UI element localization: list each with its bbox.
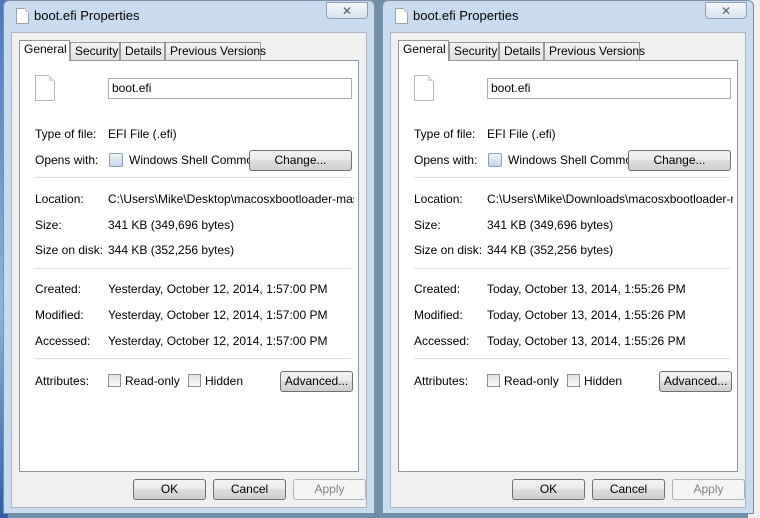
accessed-label: Accessed:	[35, 334, 91, 348]
tab-details[interactable]: Details	[120, 42, 165, 60]
advanced-button[interactable]: Advanced...	[280, 371, 353, 392]
title-bar[interactable]: boot.efi Properties ✕	[4, 1, 374, 31]
hidden-checkbox[interactable]	[567, 374, 580, 387]
general-panel: boot.efi Type of file: EFI File (.efi) O…	[398, 60, 738, 472]
size-value: 341 KB (349,696 bytes)	[487, 218, 614, 232]
location-label: Location:	[35, 192, 84, 206]
advanced-button[interactable]: Advanced...	[659, 371, 732, 392]
window-title: boot.efi Properties	[413, 8, 519, 23]
accessed-value: Yesterday, October 12, 2014, 1:57:00 PM	[108, 334, 328, 348]
cancel-button[interactable]: Cancel	[592, 479, 665, 500]
separator	[414, 177, 730, 178]
close-button[interactable]: ✕	[705, 2, 747, 19]
properties-dialog-2: boot.efi Properties ✕ General Security D…	[382, 0, 754, 514]
size-value: 341 KB (349,696 bytes)	[108, 218, 235, 232]
read-only-label[interactable]: Read-only	[125, 374, 180, 388]
tab-previous-versions[interactable]: Previous Versions	[544, 42, 645, 60]
window-title: boot.efi Properties	[34, 8, 140, 23]
read-only-checkbox[interactable]	[108, 374, 121, 387]
accessed-label: Accessed:	[414, 334, 470, 348]
size-on-disk-value: 344 KB (352,256 bytes)	[108, 243, 235, 257]
file-name-field[interactable]: boot.efi	[108, 78, 352, 99]
document-icon	[395, 8, 408, 24]
apply-button: Apply	[293, 479, 366, 500]
type-value: EFI File (.efi)	[487, 127, 556, 141]
hidden-label[interactable]: Hidden	[205, 374, 243, 388]
tab-security[interactable]: Security	[449, 42, 499, 60]
file-name-field[interactable]: boot.efi	[487, 78, 731, 99]
type-value: EFI File (.efi)	[108, 127, 177, 141]
change-button[interactable]: Change...	[249, 150, 352, 171]
tab-previous-versions[interactable]: Previous Versions	[165, 42, 266, 60]
close-icon: ✕	[720, 4, 732, 18]
file-icon	[414, 75, 434, 101]
attributes-label: Attributes:	[35, 374, 90, 388]
location-value: C:\Users\Mike\Downloads\macosxbootloader…	[487, 192, 733, 206]
dialog-client: General Security Details Previous Versio…	[11, 32, 367, 508]
tab-general[interactable]: General	[398, 40, 449, 61]
read-only-label[interactable]: Read-only	[504, 374, 559, 388]
ok-button[interactable]: OK	[512, 479, 585, 500]
read-only-checkbox[interactable]	[487, 374, 500, 387]
type-label: Type of file:	[35, 127, 97, 141]
size-on-disk-label: Size on disk:	[414, 243, 483, 257]
modified-value: Yesterday, October 12, 2014, 1:57:00 PM	[108, 308, 328, 322]
location-label: Location:	[414, 192, 463, 206]
document-icon	[16, 8, 29, 24]
created-label: Created:	[35, 282, 82, 296]
opens-with-label: Opens with:	[35, 153, 99, 167]
accessed-value: Today, October 13, 2014, 1:55:26 PM	[487, 334, 686, 348]
close-icon: ✕	[341, 4, 353, 18]
attributes-label: Attributes:	[414, 374, 469, 388]
location-value: C:\Users\Mike\Desktop\macosxbootloader-m…	[108, 192, 354, 206]
opens-with-label: Opens with:	[414, 153, 478, 167]
modified-value: Today, October 13, 2014, 1:55:26 PM	[487, 308, 686, 322]
tab-details[interactable]: Details	[499, 42, 544, 60]
modified-label: Modified:	[35, 308, 84, 322]
created-value: Today, October 13, 2014, 1:55:26 PM	[487, 282, 686, 296]
hidden-label[interactable]: Hidden	[584, 374, 622, 388]
hidden-checkbox[interactable]	[188, 374, 201, 387]
separator	[414, 358, 730, 359]
shell-program-icon	[109, 153, 123, 167]
apply-button: Apply	[672, 479, 745, 500]
title-bar[interactable]: boot.efi Properties ✕	[383, 1, 753, 31]
separator	[35, 358, 351, 359]
type-label: Type of file:	[414, 127, 476, 141]
general-panel: boot.efi Type of file: EFI File (.efi) O…	[19, 60, 359, 472]
ok-button[interactable]: OK	[133, 479, 206, 500]
size-label: Size:	[35, 218, 62, 232]
file-icon	[35, 75, 55, 101]
tab-security[interactable]: Security	[70, 42, 120, 60]
opens-with-value: Windows Shell Commor	[508, 153, 632, 167]
opens-with-value: Windows Shell Commor	[129, 153, 253, 167]
created-value: Yesterday, October 12, 2014, 1:57:00 PM	[108, 282, 328, 296]
size-label: Size:	[414, 218, 441, 232]
created-label: Created:	[414, 282, 461, 296]
change-button[interactable]: Change...	[628, 150, 731, 171]
size-on-disk-value: 344 KB (352,256 bytes)	[487, 243, 614, 257]
modified-label: Modified:	[414, 308, 463, 322]
tab-general[interactable]: General	[19, 40, 70, 61]
shell-program-icon	[488, 153, 502, 167]
cancel-button[interactable]: Cancel	[213, 479, 286, 500]
properties-dialog-1: boot.efi Properties ✕ General Security D…	[3, 0, 375, 514]
size-on-disk-label: Size on disk:	[35, 243, 104, 257]
dialog-client: General Security Details Previous Versio…	[390, 32, 746, 508]
close-button[interactable]: ✕	[326, 2, 368, 19]
separator	[35, 268, 351, 269]
separator	[414, 268, 730, 269]
separator	[35, 177, 351, 178]
